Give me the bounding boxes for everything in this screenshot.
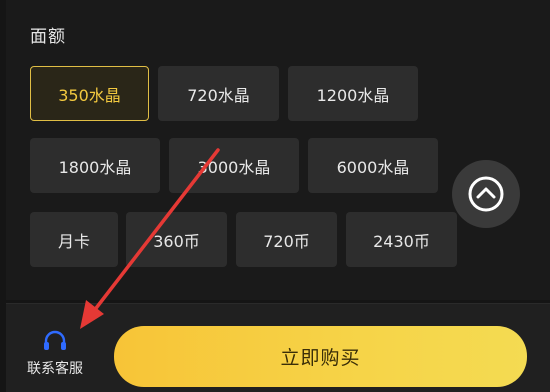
section-title: 面额 <box>30 27 66 47</box>
option-1800-crystal[interactable]: 1800水晶 <box>30 138 160 193</box>
option-720-coin[interactable]: 720币 <box>236 212 337 267</box>
bottom-action-bar: 联系客服 立即购买 <box>6 303 550 392</box>
option-720-crystal[interactable]: 720水晶 <box>158 66 279 121</box>
headset-icon <box>44 330 66 350</box>
option-2430-coin[interactable]: 2430币 <box>346 212 457 267</box>
scroll-top-button[interactable] <box>452 160 520 228</box>
option-350-crystal[interactable]: 350水晶 <box>30 66 149 121</box>
option-360-coin[interactable]: 360币 <box>126 212 227 267</box>
buy-now-button[interactable]: 立即购买 <box>114 326 527 387</box>
contact-support-button[interactable]: 联系客服 <box>20 330 90 386</box>
contact-support-label: 联系客服 <box>27 361 83 377</box>
chevron-up-circle-icon <box>468 176 504 212</box>
option-6000-crystal[interactable]: 6000水晶 <box>308 138 438 193</box>
option-1200-crystal[interactable]: 1200水晶 <box>288 66 418 121</box>
option-3000-crystal[interactable]: 3000水晶 <box>169 138 299 193</box>
option-monthly-card[interactable]: 月卡 <box>30 212 118 267</box>
